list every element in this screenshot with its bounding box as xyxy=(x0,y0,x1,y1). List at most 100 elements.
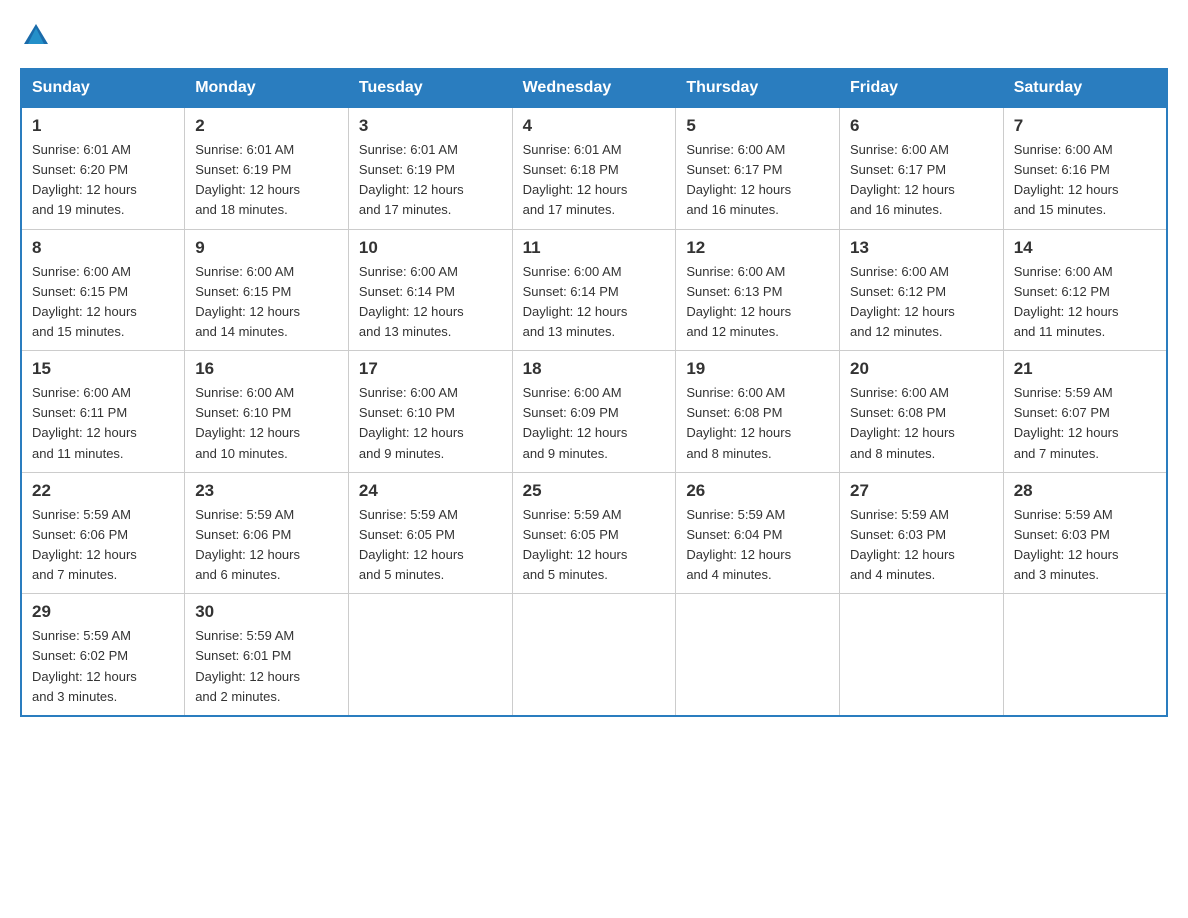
day-info: Sunrise: 5:59 AMSunset: 6:06 PMDaylight:… xyxy=(195,505,338,586)
day-info: Sunrise: 6:00 AMSunset: 6:11 PMDaylight:… xyxy=(32,383,174,464)
header-day-sunday: Sunday xyxy=(21,69,185,108)
day-info: Sunrise: 5:59 AMSunset: 6:06 PMDaylight:… xyxy=(32,505,174,586)
day-info: Sunrise: 6:00 AMSunset: 6:14 PMDaylight:… xyxy=(359,262,502,343)
day-number: 8 xyxy=(32,238,174,258)
header-day-monday: Monday xyxy=(185,69,349,108)
calendar-day-28: 28 Sunrise: 5:59 AMSunset: 6:03 PMDayligh… xyxy=(1003,472,1167,594)
day-number: 12 xyxy=(686,238,829,258)
empty-cell xyxy=(348,594,512,716)
day-number: 11 xyxy=(523,238,666,258)
calendar-table: SundayMondayTuesdayWednesdayThursdayFrid… xyxy=(20,68,1168,717)
day-info: Sunrise: 6:01 AMSunset: 6:20 PMDaylight:… xyxy=(32,140,174,221)
day-number: 10 xyxy=(359,238,502,258)
calendar-day-22: 22Sunrise: 5:59 AMSunset: 6:06 PMDayligh… xyxy=(21,472,185,594)
day-info: Sunrise: 5:59 AMSunset: 6:04 PMDaylight:… xyxy=(686,505,829,586)
calendar-day-9: 9Sunrise: 6:00 AMSunset: 6:15 PMDaylight… xyxy=(185,229,349,351)
day-number: 20 xyxy=(850,359,993,379)
day-number: 3 xyxy=(359,116,502,136)
calendar-day-4: 4 Sunrise: 6:01 AMSunset: 6:18 PMDaylight… xyxy=(512,108,676,230)
day-info: Sunrise: 6:00 AMSunset: 6:12 PMDaylight:… xyxy=(850,262,993,343)
calendar-day-18: 18 Sunrise: 6:00 AMSunset: 6:09 PMDayligh… xyxy=(512,351,676,473)
day-info: Sunrise: 5:59 AMSunset: 6:05 PMDaylight:… xyxy=(359,505,502,586)
day-info: Sunrise: 6:00 AMSunset: 6:08 PMDaylight:… xyxy=(686,383,829,464)
day-number: 30 xyxy=(195,602,338,622)
day-number: 1 xyxy=(32,116,174,136)
calendar-day-12: 12Sunrise: 6:00 AMSunset: 6:13 PMDayligh… xyxy=(676,229,840,351)
calendar-day-6: 6 Sunrise: 6:00 AMSunset: 6:17 PMDaylight… xyxy=(840,108,1004,230)
calendar-week-2: 8 Sunrise: 6:00 AMSunset: 6:15 PMDaylight… xyxy=(21,229,1167,351)
calendar-header: SundayMondayTuesdayWednesdayThursdayFrid… xyxy=(21,69,1167,108)
calendar-day-5: 5Sunrise: 6:00 AMSunset: 6:17 PMDaylight… xyxy=(676,108,840,230)
calendar-day-30: 30Sunrise: 5:59 AMSunset: 6:01 PMDayligh… xyxy=(185,594,349,716)
calendar-body: 1 Sunrise: 6:01 AMSunset: 6:20 PMDaylight… xyxy=(21,108,1167,716)
day-info: Sunrise: 6:00 AMSunset: 6:16 PMDaylight:… xyxy=(1014,140,1156,221)
calendar-day-13: 13 Sunrise: 6:00 AMSunset: 6:12 PMDayligh… xyxy=(840,229,1004,351)
day-number: 29 xyxy=(32,602,174,622)
calendar-day-16: 16 Sunrise: 6:00 AMSunset: 6:10 PMDayligh… xyxy=(185,351,349,473)
day-info: Sunrise: 6:00 AMSunset: 6:12 PMDaylight:… xyxy=(1014,262,1156,343)
calendar-day-8: 8 Sunrise: 6:00 AMSunset: 6:15 PMDaylight… xyxy=(21,229,185,351)
header-row: SundayMondayTuesdayWednesdayThursdayFrid… xyxy=(21,69,1167,108)
calendar-week-5: 29 Sunrise: 5:59 AMSunset: 6:02 PMDayligh… xyxy=(21,594,1167,716)
page-header xyxy=(20,20,1168,48)
calendar-day-14: 14 Sunrise: 6:00 AMSunset: 6:12 PMDayligh… xyxy=(1003,229,1167,351)
day-number: 17 xyxy=(359,359,502,379)
day-number: 28 xyxy=(1014,481,1156,501)
empty-cell xyxy=(676,594,840,716)
day-number: 24 xyxy=(359,481,502,501)
day-info: Sunrise: 5:59 AMSunset: 6:02 PMDaylight:… xyxy=(32,626,174,707)
day-info: Sunrise: 6:00 AMSunset: 6:17 PMDaylight:… xyxy=(850,140,993,221)
day-number: 25 xyxy=(523,481,666,501)
day-number: 16 xyxy=(195,359,338,379)
logo-icon xyxy=(22,20,50,48)
day-number: 18 xyxy=(523,359,666,379)
day-info: Sunrise: 6:00 AMSunset: 6:08 PMDaylight:… xyxy=(850,383,993,464)
day-number: 19 xyxy=(686,359,829,379)
day-number: 2 xyxy=(195,116,338,136)
day-number: 5 xyxy=(686,116,829,136)
day-number: 6 xyxy=(850,116,993,136)
calendar-week-3: 15 Sunrise: 6:00 AMSunset: 6:11 PMDayligh… xyxy=(21,351,1167,473)
calendar-week-4: 22Sunrise: 5:59 AMSunset: 6:06 PMDayligh… xyxy=(21,472,1167,594)
calendar-day-2: 2 Sunrise: 6:01 AMSunset: 6:19 PMDaylight… xyxy=(185,108,349,230)
day-info: Sunrise: 6:00 AMSunset: 6:15 PMDaylight:… xyxy=(32,262,174,343)
day-info: Sunrise: 5:59 AMSunset: 6:05 PMDaylight:… xyxy=(523,505,666,586)
day-number: 4 xyxy=(523,116,666,136)
calendar-day-15: 15 Sunrise: 6:00 AMSunset: 6:11 PMDayligh… xyxy=(21,351,185,473)
day-number: 21 xyxy=(1014,359,1156,379)
header-day-saturday: Saturday xyxy=(1003,69,1167,108)
calendar-day-29: 29 Sunrise: 5:59 AMSunset: 6:02 PMDayligh… xyxy=(21,594,185,716)
calendar-day-27: 27Sunrise: 5:59 AMSunset: 6:03 PMDayligh… xyxy=(840,472,1004,594)
calendar-day-1: 1 Sunrise: 6:01 AMSunset: 6:20 PMDaylight… xyxy=(21,108,185,230)
day-info: Sunrise: 6:01 AMSunset: 6:19 PMDaylight:… xyxy=(359,140,502,221)
calendar-day-17: 17 Sunrise: 6:00 AMSunset: 6:10 PMDayligh… xyxy=(348,351,512,473)
calendar-day-25: 25 Sunrise: 5:59 AMSunset: 6:05 PMDayligh… xyxy=(512,472,676,594)
empty-cell xyxy=(512,594,676,716)
day-number: 7 xyxy=(1014,116,1156,136)
calendar-day-3: 3 Sunrise: 6:01 AMSunset: 6:19 PMDaylight… xyxy=(348,108,512,230)
empty-cell xyxy=(1003,594,1167,716)
day-number: 15 xyxy=(32,359,174,379)
day-info: Sunrise: 6:00 AMSunset: 6:10 PMDaylight:… xyxy=(359,383,502,464)
calendar-day-7: 7 Sunrise: 6:00 AMSunset: 6:16 PMDaylight… xyxy=(1003,108,1167,230)
header-day-friday: Friday xyxy=(840,69,1004,108)
day-info: Sunrise: 6:00 AMSunset: 6:09 PMDaylight:… xyxy=(523,383,666,464)
day-info: Sunrise: 6:00 AMSunset: 6:14 PMDaylight:… xyxy=(523,262,666,343)
calendar-day-10: 10 Sunrise: 6:00 AMSunset: 6:14 PMDayligh… xyxy=(348,229,512,351)
day-number: 23 xyxy=(195,481,338,501)
day-number: 14 xyxy=(1014,238,1156,258)
header-day-thursday: Thursday xyxy=(676,69,840,108)
empty-cell xyxy=(840,594,1004,716)
day-info: Sunrise: 5:59 AMSunset: 6:03 PMDaylight:… xyxy=(850,505,993,586)
calendar-day-20: 20 Sunrise: 6:00 AMSunset: 6:08 PMDayligh… xyxy=(840,351,1004,473)
logo xyxy=(20,20,50,48)
calendar-day-23: 23 Sunrise: 5:59 AMSunset: 6:06 PMDayligh… xyxy=(185,472,349,594)
day-info: Sunrise: 6:01 AMSunset: 6:18 PMDaylight:… xyxy=(523,140,666,221)
day-info: Sunrise: 6:01 AMSunset: 6:19 PMDaylight:… xyxy=(195,140,338,221)
calendar-day-24: 24 Sunrise: 5:59 AMSunset: 6:05 PMDayligh… xyxy=(348,472,512,594)
calendar-day-26: 26Sunrise: 5:59 AMSunset: 6:04 PMDayligh… xyxy=(676,472,840,594)
calendar-week-1: 1 Sunrise: 6:01 AMSunset: 6:20 PMDaylight… xyxy=(21,108,1167,230)
day-info: Sunrise: 6:00 AMSunset: 6:10 PMDaylight:… xyxy=(195,383,338,464)
day-info: Sunrise: 5:59 AMSunset: 6:03 PMDaylight:… xyxy=(1014,505,1156,586)
day-number: 13 xyxy=(850,238,993,258)
